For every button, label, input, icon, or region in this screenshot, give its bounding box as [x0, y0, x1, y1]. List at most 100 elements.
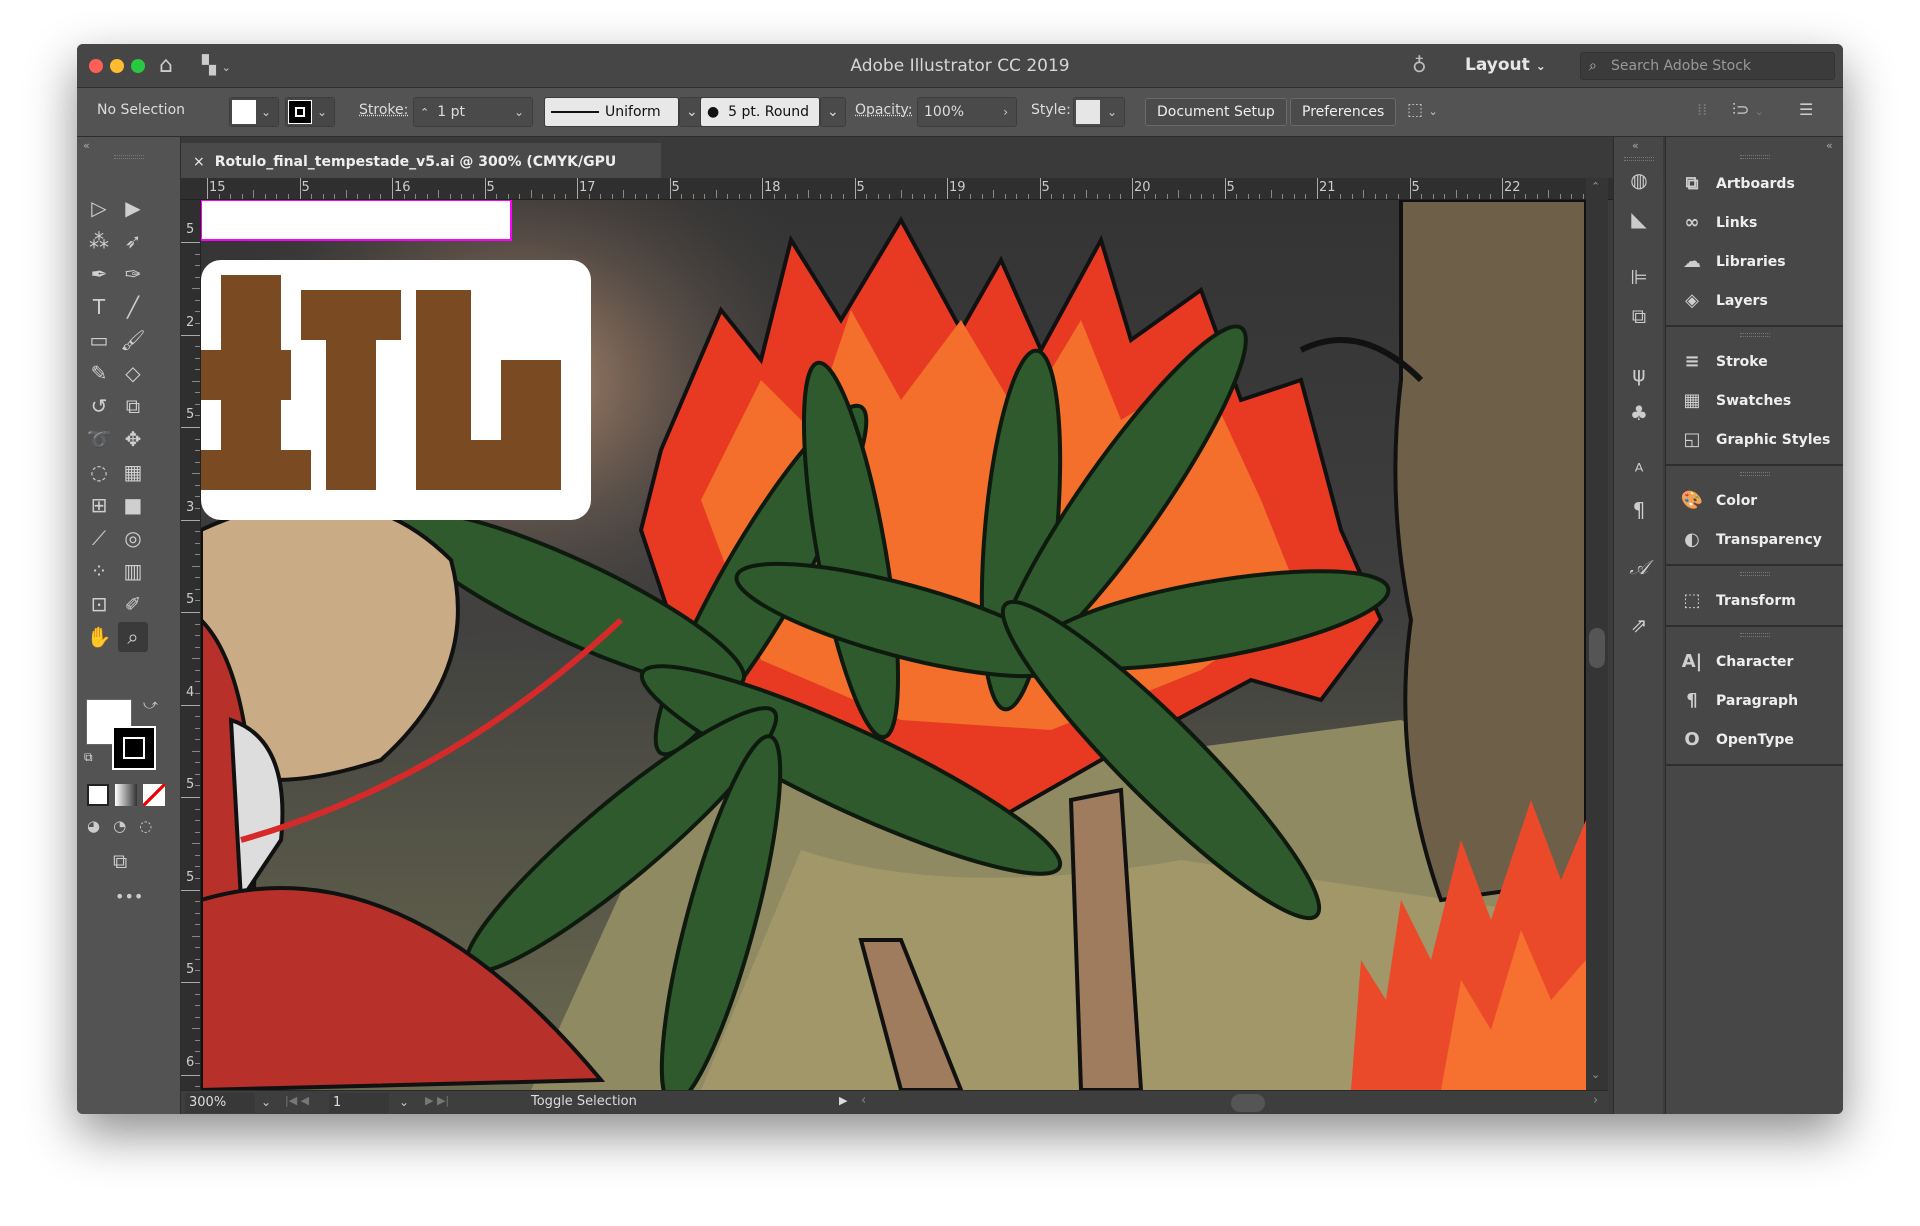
- vertical-scroll-thumb[interactable]: [1589, 628, 1605, 668]
- zoom-level-select[interactable]: 300%: [185, 1093, 255, 1113]
- panel-item-links[interactable]: ∞ Links: [1666, 204, 1843, 242]
- glyphs-icon[interactable]: 𝒜: [1624, 555, 1654, 579]
- stroke-swatch[interactable]: [112, 726, 156, 770]
- slice-tool-icon[interactable]: ✐: [118, 589, 148, 619]
- stroke-color-picker[interactable]: ⌄: [285, 97, 335, 127]
- paintbrush-tool-icon[interactable]: 🖌: [118, 325, 148, 355]
- selection-tool-icon[interactable]: ▶: [118, 193, 148, 223]
- blend-tool-icon[interactable]: ◎: [118, 523, 148, 553]
- document-tab[interactable]: × Rotulo_final_tempestade_v5.ai @ 300% (C…: [181, 143, 661, 208]
- preferences-button[interactable]: Preferences: [1290, 98, 1397, 126]
- tools-grip[interactable]: [114, 155, 144, 159]
- artboard-number-select[interactable]: 1: [329, 1093, 389, 1113]
- zoom-tool-icon[interactable]: ⌕: [118, 622, 148, 652]
- panel-item-layers[interactable]: ◈ Layers: [1666, 282, 1843, 320]
- panel-menu-icon[interactable]: ☰: [1799, 100, 1813, 119]
- first-artboard-icon[interactable]: |◀ ◀: [285, 1094, 309, 1107]
- panel-item-color[interactable]: 🎨 Color: [1666, 482, 1843, 520]
- panel-item-libraries[interactable]: ☁ Libraries: [1666, 243, 1843, 281]
- panel-item-transform[interactable]: ⬚ Transform: [1666, 582, 1843, 620]
- fill-color-picker[interactable]: ⌄: [229, 97, 279, 127]
- gradient-mode-icon[interactable]: [115, 784, 137, 806]
- eraser-tool-icon[interactable]: ◇: [118, 358, 148, 388]
- panel-item-swatches[interactable]: ▦ Swatches: [1666, 382, 1843, 420]
- symbol-sprayer-tool-icon[interactable]: ⁘: [84, 556, 114, 586]
- last-artboard-icon[interactable]: ▶ ▶|: [425, 1094, 449, 1107]
- stroke-label[interactable]: Stroke:: [359, 102, 408, 118]
- screen-mode-icon[interactable]: ⧉: [113, 849, 127, 873]
- brush-definition-select[interactable]: ● 5 pt. Round: [700, 97, 820, 127]
- distribute-icon[interactable]: ⫶⊃ ⌄: [1732, 100, 1764, 120]
- shaper-tool-icon[interactable]: ✎: [84, 358, 114, 388]
- lightbulb-icon[interactable]: ♁: [1412, 53, 1427, 77]
- panel-item-character[interactable]: A| Character: [1666, 643, 1843, 681]
- opacity-label[interactable]: Opacity:: [855, 102, 913, 118]
- perspective-grid-tool-icon[interactable]: ▦: [118, 457, 148, 487]
- scroll-left-icon[interactable]: ‹: [861, 1093, 866, 1108]
- type-tool-icon[interactable]: T: [84, 292, 114, 322]
- zoom-dropdown-icon[interactable]: ⌄: [261, 1095, 271, 1109]
- variable-width-profile-select[interactable]: Uniform: [544, 97, 679, 127]
- artboard-tool-icon[interactable]: ⊡: [84, 589, 114, 619]
- rotate-tool-icon[interactable]: ↺: [84, 391, 114, 421]
- stroke-weight-input[interactable]: ⌃ 1 pt ⌄: [413, 97, 533, 127]
- curvature-tool-icon[interactable]: ✑: [118, 259, 148, 289]
- scale-tool-icon[interactable]: ⧉: [118, 391, 148, 421]
- collapse-column-icon[interactable]: «: [1632, 139, 1639, 152]
- panel-item-stroke[interactable]: ≡ Stroke: [1666, 343, 1843, 381]
- select-similar-icon[interactable]: ⬚ ⌄: [1407, 100, 1438, 120]
- vertical-scrollbar[interactable]: ⌃ ⌄: [1586, 178, 1608, 1090]
- direct-selection-tool-icon[interactable]: ▷: [84, 193, 114, 223]
- free-transform-tool-icon[interactable]: ✥: [118, 424, 148, 454]
- align-panel-icon[interactable]: ⊫: [1624, 265, 1654, 289]
- graphic-style-picker[interactable]: ⌄: [1073, 97, 1125, 127]
- status-menu-arrow[interactable]: ▶: [839, 1094, 847, 1107]
- panel-item-opentype[interactable]: O OpenType: [1666, 721, 1843, 759]
- align-icon[interactable]: ⁞⁞: [1697, 100, 1707, 119]
- draw-modes-icon[interactable]: ◕◔◌: [87, 817, 165, 835]
- export-icon[interactable]: ⇗: [1624, 613, 1654, 637]
- pen-tool-icon[interactable]: ✒: [84, 259, 114, 289]
- scroll-up-icon[interactable]: ⌃: [1591, 180, 1600, 193]
- horizontal-ruler[interactable]: 15 5 16 5 17 5 18 5 19 5 20 5 21 5 22: [181, 178, 1663, 200]
- workspace-switcher[interactable]: Layout ⌄: [1465, 55, 1546, 75]
- appearance-icon[interactable]: ◍: [1624, 168, 1654, 192]
- panel-item-artboards[interactable]: ⧉ Artboards: [1666, 165, 1843, 203]
- close-tab-icon[interactable]: ×: [193, 154, 205, 170]
- mesh-tool-icon[interactable]: ⊞: [84, 490, 114, 520]
- lasso-tool-icon[interactable]: ➶: [118, 226, 148, 256]
- magic-wand-tool-icon[interactable]: ⁂: [84, 226, 114, 256]
- rectangle-tool-icon[interactable]: ▭: [84, 325, 114, 355]
- vertical-ruler[interactable]: 5 2 5 3 5 4 5 5 5 6: [181, 200, 201, 1090]
- opacity-input[interactable]: 100% ›: [917, 97, 1017, 127]
- artboard-canvas[interactable]: [201, 200, 1586, 1090]
- gradient-tool-icon[interactable]: ■: [118, 490, 148, 520]
- search-stock-input[interactable]: ⌕ Search Adobe Stock: [1580, 52, 1835, 80]
- swap-fill-stroke-icon[interactable]: ⤻: [143, 697, 158, 713]
- brush-dropdown[interactable]: ⌄: [820, 97, 846, 127]
- collapse-tools-icon[interactable]: «: [83, 139, 90, 152]
- paragraph-styles-icon[interactable]: ¶: [1624, 498, 1654, 522]
- pathfinder-icon[interactable]: ⧉: [1624, 304, 1654, 328]
- toggle-selection-status[interactable]: Toggle Selection: [531, 1094, 637, 1109]
- collapse-panels-icon[interactable]: «: [1826, 139, 1833, 152]
- panel-item-graphic-styles[interactable]: ◱ Graphic Styles: [1666, 421, 1843, 459]
- scroll-down-icon[interactable]: ⌄: [1591, 1068, 1600, 1081]
- gradient-panel-icon[interactable]: ◣: [1624, 207, 1654, 231]
- default-fill-stroke-icon[interactable]: ⧉: [84, 750, 93, 765]
- brushes-icon[interactable]: ψ: [1624, 362, 1654, 386]
- symbols-icon[interactable]: ♣: [1624, 401, 1654, 425]
- line-segment-tool-icon[interactable]: ╱: [118, 292, 148, 322]
- horizontal-scroll-thumb[interactable]: [1231, 1094, 1265, 1112]
- character-styles-icon[interactable]: ᴬ: [1624, 459, 1654, 483]
- color-mode-icon[interactable]: [87, 784, 109, 806]
- eyedropper-tool-icon[interactable]: ⟋: [84, 523, 114, 553]
- panel-item-paragraph[interactable]: ¶ Paragraph: [1666, 682, 1843, 720]
- artboard-dropdown-icon[interactable]: ⌄: [399, 1095, 409, 1109]
- puppet-warp-tool-icon[interactable]: ➰: [84, 424, 114, 454]
- column-graph-tool-icon[interactable]: ▥: [118, 556, 148, 586]
- document-setup-button[interactable]: Document Setup: [1145, 98, 1287, 126]
- none-mode-icon[interactable]: [143, 784, 165, 806]
- shape-builder-tool-icon[interactable]: ◌: [84, 457, 114, 487]
- edit-toolbar-icon[interactable]: •••: [115, 887, 143, 906]
